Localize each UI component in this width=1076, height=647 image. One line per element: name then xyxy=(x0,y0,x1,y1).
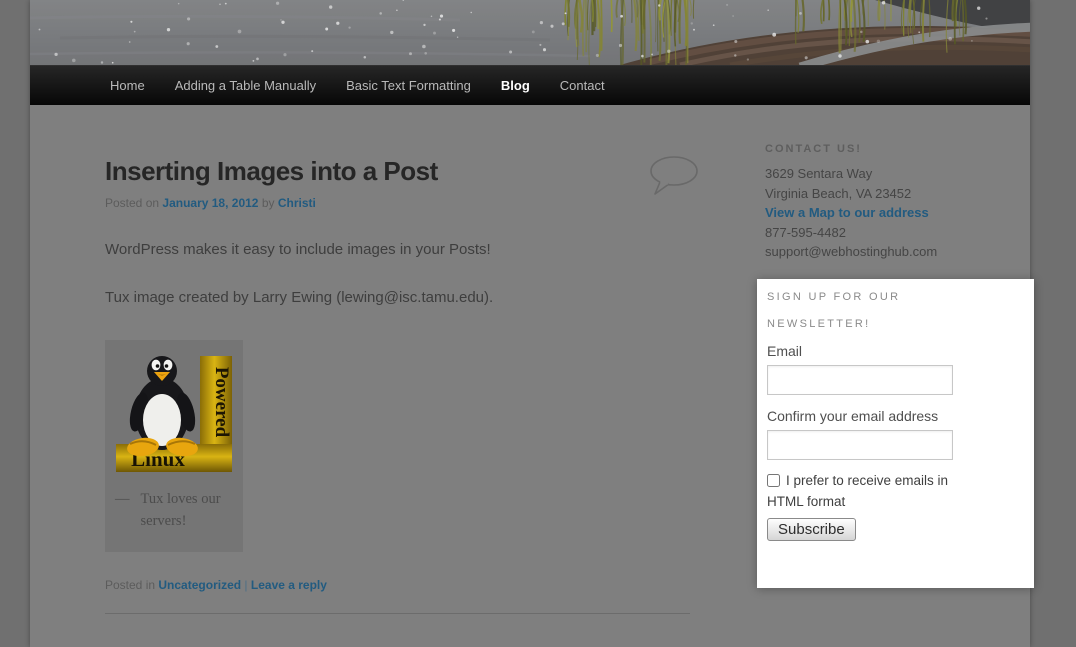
post-paragraph: Tux image created by Larry Ewing (lewing… xyxy=(105,289,705,306)
contact-info: 3629 Sentara Way Virginia Beach, VA 2345… xyxy=(765,164,1035,262)
page-title: Inserting Images into a Post xyxy=(105,156,705,187)
posted-in-label: Posted in xyxy=(105,578,155,592)
contact-us-heading: CONTACT US! xyxy=(765,143,1035,155)
leave-reply-link[interactable]: Leave a reply xyxy=(251,578,327,592)
by-label: by xyxy=(262,196,275,210)
phone-number: 877-595-4482 xyxy=(765,223,1035,243)
entry-meta: Posted on January 18, 2012 by Christi xyxy=(105,196,705,210)
post-author-link[interactable]: Christi xyxy=(278,196,316,210)
tux-linux-powered-image[interactable]: Powered Linux xyxy=(116,350,232,472)
footer-separator: | xyxy=(244,578,247,592)
html-format-option: I prefer to receive emails in HTML forma… xyxy=(767,470,972,512)
tux-penguin xyxy=(126,356,199,458)
email-input[interactable] xyxy=(767,365,953,395)
html-format-checkbox[interactable] xyxy=(767,474,780,487)
powered-label: Powered xyxy=(211,367,232,438)
newsletter-heading-line2: NEWSLETTER! xyxy=(767,318,1024,330)
nav-item-home[interactable]: Home xyxy=(95,66,160,106)
image-caption: — Tux loves our servers! xyxy=(105,472,243,552)
confirm-email-input[interactable] xyxy=(767,430,953,460)
address-line-1: 3629 Sentara Way xyxy=(765,164,1035,184)
page: Home Adding a Table Manually Basic Text … xyxy=(0,0,1076,647)
nav-item-contact[interactable]: Contact xyxy=(545,66,620,106)
subscribe-button[interactable]: Subscribe xyxy=(767,518,856,541)
post-article: Inserting Images into a Post Posted on J… xyxy=(105,105,705,614)
map-link[interactable]: View a Map to our address xyxy=(765,203,929,223)
post-image-figure: Powered Linux xyxy=(105,340,243,552)
nav-menu: Home Adding a Table Manually Basic Text … xyxy=(30,66,1030,106)
willow-pond-photo xyxy=(30,0,1030,65)
caption-dash: — xyxy=(115,488,130,532)
email-label: Email xyxy=(767,343,1024,359)
comment-bubble-icon[interactable] xyxy=(648,155,702,199)
entry-footer: Posted in Uncategorized | Leave a reply xyxy=(105,578,705,592)
address-line-2: Virginia Beach, VA 23452 xyxy=(765,184,1035,204)
newsletter-signup-panel: SIGN UP FOR OUR NEWSLETTER! Email Confir… xyxy=(757,279,1034,588)
header-image xyxy=(30,0,1030,65)
support-email: support@webhostinghub.com xyxy=(765,242,1035,262)
confirm-email-label: Confirm your email address xyxy=(767,408,1024,424)
nav-item-adding-a-table-manually[interactable]: Adding a Table Manually xyxy=(160,66,331,106)
newsletter-heading-line1: SIGN UP FOR OUR xyxy=(767,291,1024,303)
nav-item-blog[interactable]: Blog xyxy=(486,66,545,106)
html-format-label: I prefer to receive emails in HTML forma… xyxy=(767,473,948,509)
posted-on-label: Posted on xyxy=(105,196,159,210)
main-nav: Home Adding a Table Manually Basic Text … xyxy=(30,65,1030,105)
nav-item-basic-text-formatting[interactable]: Basic Text Formatting xyxy=(331,66,486,106)
category-link[interactable]: Uncategorized xyxy=(158,578,241,592)
post-date-link[interactable]: January 18, 2012 xyxy=(162,196,258,210)
post-paragraph: WordPress makes it easy to include image… xyxy=(105,241,705,258)
caption-text: Tux loves our servers! xyxy=(141,488,233,532)
sidebar: CONTACT US! 3629 Sentara Way Virginia Be… xyxy=(765,143,1035,262)
linux-powered-logo: Powered Linux xyxy=(116,350,232,472)
post-divider xyxy=(105,613,690,614)
